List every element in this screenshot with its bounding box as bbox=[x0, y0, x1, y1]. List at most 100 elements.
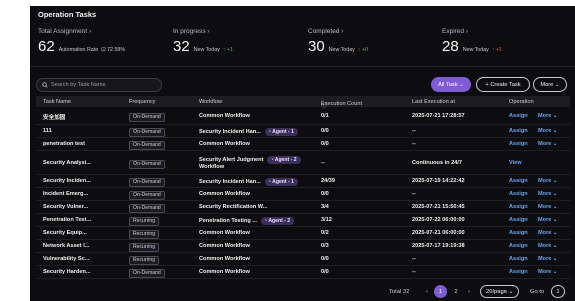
stat-label[interactable]: Expired › bbox=[442, 28, 502, 35]
workflow-cell: Common Workflow bbox=[199, 141, 250, 147]
last-execution: 2025-07-21 17:28:57 bbox=[412, 113, 465, 119]
task-name[interactable]: penetration test bbox=[43, 141, 85, 147]
stat-value: 30 bbox=[308, 38, 325, 55]
table-row[interactable]: Security Inciden... On-Demand Security Inc… bbox=[36, 175, 570, 188]
row-more-menu[interactable]: More ⌄ bbox=[538, 217, 558, 223]
row-more-label: More bbox=[538, 178, 552, 184]
workflow-cell: Common Workflow bbox=[199, 113, 250, 119]
page-2[interactable]: 2 bbox=[451, 285, 461, 298]
total-count: Total 32 bbox=[389, 289, 410, 295]
goto-page-input[interactable]: 1 bbox=[551, 285, 565, 298]
row-more-label: More bbox=[538, 128, 552, 134]
assign-link[interactable]: Assign bbox=[509, 269, 528, 275]
row-more-menu[interactable]: More ⌄ bbox=[538, 269, 558, 275]
create-task-button[interactable]: + Create Task bbox=[476, 77, 530, 92]
assign-link[interactable]: Assign bbox=[509, 204, 528, 210]
prev-page-icon[interactable]: ‹ bbox=[423, 285, 431, 298]
last-execution: 2025-07-19 14:22:42 bbox=[412, 178, 465, 184]
frequency-badge: On-Demand bbox=[129, 204, 165, 213]
table-row[interactable]: Penetration Test... Recurring Penetration … bbox=[36, 214, 570, 227]
table-row[interactable]: 111 On-Demand Security Incident Han... ◔ Ag… bbox=[36, 125, 570, 138]
task-name[interactable]: Security Equip... bbox=[43, 230, 87, 236]
frequency-cell: Recurring bbox=[129, 217, 160, 226]
all-task-filter-button[interactable]: All Task ⌄ bbox=[431, 77, 471, 92]
task-name[interactable]: Incident Emerg... bbox=[43, 191, 88, 197]
assign-link[interactable]: Assign bbox=[509, 191, 528, 197]
page-1[interactable]: 1 bbox=[434, 285, 447, 298]
search-box[interactable] bbox=[36, 78, 162, 92]
assign-link[interactable]: Assign bbox=[509, 178, 528, 184]
task-name[interactable]: Penetration Test... bbox=[43, 217, 91, 223]
task-name[interactable]: 安全加固 bbox=[43, 113, 65, 121]
assign-link[interactable]: Assign bbox=[509, 230, 528, 236]
last-execution: 2025-07-17 19:19:38 bbox=[412, 243, 465, 249]
row-more-menu[interactable]: More ⌄ bbox=[538, 243, 558, 249]
execution-count: 0/0 bbox=[321, 191, 329, 197]
task-name[interactable]: Security Harden... bbox=[43, 269, 91, 275]
frequency-cell: On-Demand bbox=[129, 128, 165, 137]
table-row[interactable]: Vulnerability Sc... Recurring Common Workf… bbox=[36, 253, 570, 266]
frequency-cell: Recurring bbox=[129, 243, 160, 252]
chevron-down-icon: ⌄ bbox=[551, 243, 558, 249]
assign-link[interactable]: Assign bbox=[509, 217, 528, 223]
table-row[interactable]: Incident Emerg... On-Demand Common Workflo… bbox=[36, 188, 570, 201]
table-row[interactable]: Security Equip... Recurring Common Workflo… bbox=[36, 227, 570, 240]
stat-label[interactable]: In progress › bbox=[173, 28, 233, 35]
stat-label[interactable]: Total Assignment › bbox=[38, 28, 125, 35]
table-row[interactable]: 安全加固 On-Demand Common Workflow 0/1 2025-07-2… bbox=[36, 108, 570, 125]
view-link[interactable]: View bbox=[509, 160, 522, 166]
workflow-cell: Security Alert Judgment ◔ Agent - 2 Workfl… bbox=[199, 155, 301, 170]
row-more-menu[interactable]: More ⌄ bbox=[538, 204, 558, 210]
chevron-down-icon: ⌄ bbox=[551, 128, 558, 134]
frequency-cell: On-Demand bbox=[129, 178, 165, 187]
next-page-icon[interactable]: › bbox=[465, 285, 473, 298]
workflow-name: Common Workflow bbox=[199, 141, 250, 147]
chevron-down-icon: ⌄ bbox=[551, 113, 558, 119]
page-size-select[interactable]: 20/page ⌄ bbox=[480, 285, 520, 298]
chevron-down-icon: ⌄ bbox=[551, 191, 558, 197]
task-name[interactable]: Security Analysi... bbox=[43, 160, 91, 166]
task-name[interactable]: Network Asset I... bbox=[43, 243, 89, 249]
task-name[interactable]: Vulnerability Sc... bbox=[43, 256, 89, 262]
assign-link[interactable]: Assign bbox=[509, 256, 528, 262]
table-row[interactable]: Network Asset I... Recurring Common Workfl… bbox=[36, 240, 570, 253]
task-name[interactable]: 111 bbox=[43, 128, 52, 134]
execution-count: 3/12 bbox=[321, 217, 332, 223]
row-more-menu[interactable]: More ⌄ bbox=[538, 230, 558, 236]
stat-label[interactable]: Completed › bbox=[308, 28, 368, 35]
assign-link[interactable]: Assign bbox=[509, 113, 528, 119]
workflow-cell: Common Workflow bbox=[199, 269, 250, 275]
stat-value: 62 bbox=[38, 38, 55, 55]
table-row[interactable]: Security Vulner... On-Demand Security Rect… bbox=[36, 201, 570, 214]
assign-link[interactable]: Assign bbox=[509, 141, 528, 147]
execution-count: 0/0 bbox=[321, 269, 329, 275]
table-row[interactable]: Security Harden... On-Demand Common Workfl… bbox=[36, 266, 570, 279]
chevron-down-icon: ⌄ bbox=[551, 269, 558, 275]
table-row[interactable]: penetration test On-Demand Common Workflow… bbox=[36, 138, 570, 151]
assign-link[interactable]: Assign bbox=[509, 128, 528, 134]
frequency-badge: Recurring bbox=[129, 243, 160, 252]
agent-label: Agent - 1 bbox=[272, 129, 294, 135]
task-name[interactable]: Security Inciden... bbox=[43, 178, 91, 184]
assign-link[interactable]: Assign bbox=[509, 243, 528, 249]
stat-total-assignment: Total Assignment › 62 Automation Rate ⊡ … bbox=[38, 28, 125, 55]
more-menu-button[interactable]: More ⌄ bbox=[533, 77, 567, 92]
row-more-label: More bbox=[538, 217, 552, 223]
divider bbox=[30, 66, 575, 67]
workflow-name: Security Incident Han... bbox=[199, 129, 261, 135]
row-more-menu[interactable]: More ⌄ bbox=[538, 141, 558, 147]
row-more-menu[interactable]: More ⌄ bbox=[538, 256, 558, 262]
page-title: Operation Tasks bbox=[38, 10, 97, 19]
table-row[interactable]: Security Analysi... On-Demand Security Ale… bbox=[36, 151, 570, 175]
row-more-menu[interactable]: More ⌄ bbox=[538, 191, 558, 197]
workflow-name: Common Workflow bbox=[199, 191, 250, 197]
row-more-menu[interactable]: More ⌄ bbox=[538, 178, 558, 184]
row-more-menu[interactable]: More ⌄ bbox=[538, 128, 558, 134]
workflow-cell: Security Incident Han... ◔ Agent - 1 bbox=[199, 128, 298, 136]
workflow-name: Common Workflow bbox=[199, 243, 250, 249]
task-name[interactable]: Security Vulner... bbox=[43, 204, 88, 210]
row-more-menu[interactable]: More ⌄ bbox=[538, 113, 558, 119]
workflow-name: Common Workflow bbox=[199, 269, 250, 275]
execution-count: 3/4 bbox=[321, 204, 329, 210]
search-input[interactable] bbox=[51, 82, 156, 88]
